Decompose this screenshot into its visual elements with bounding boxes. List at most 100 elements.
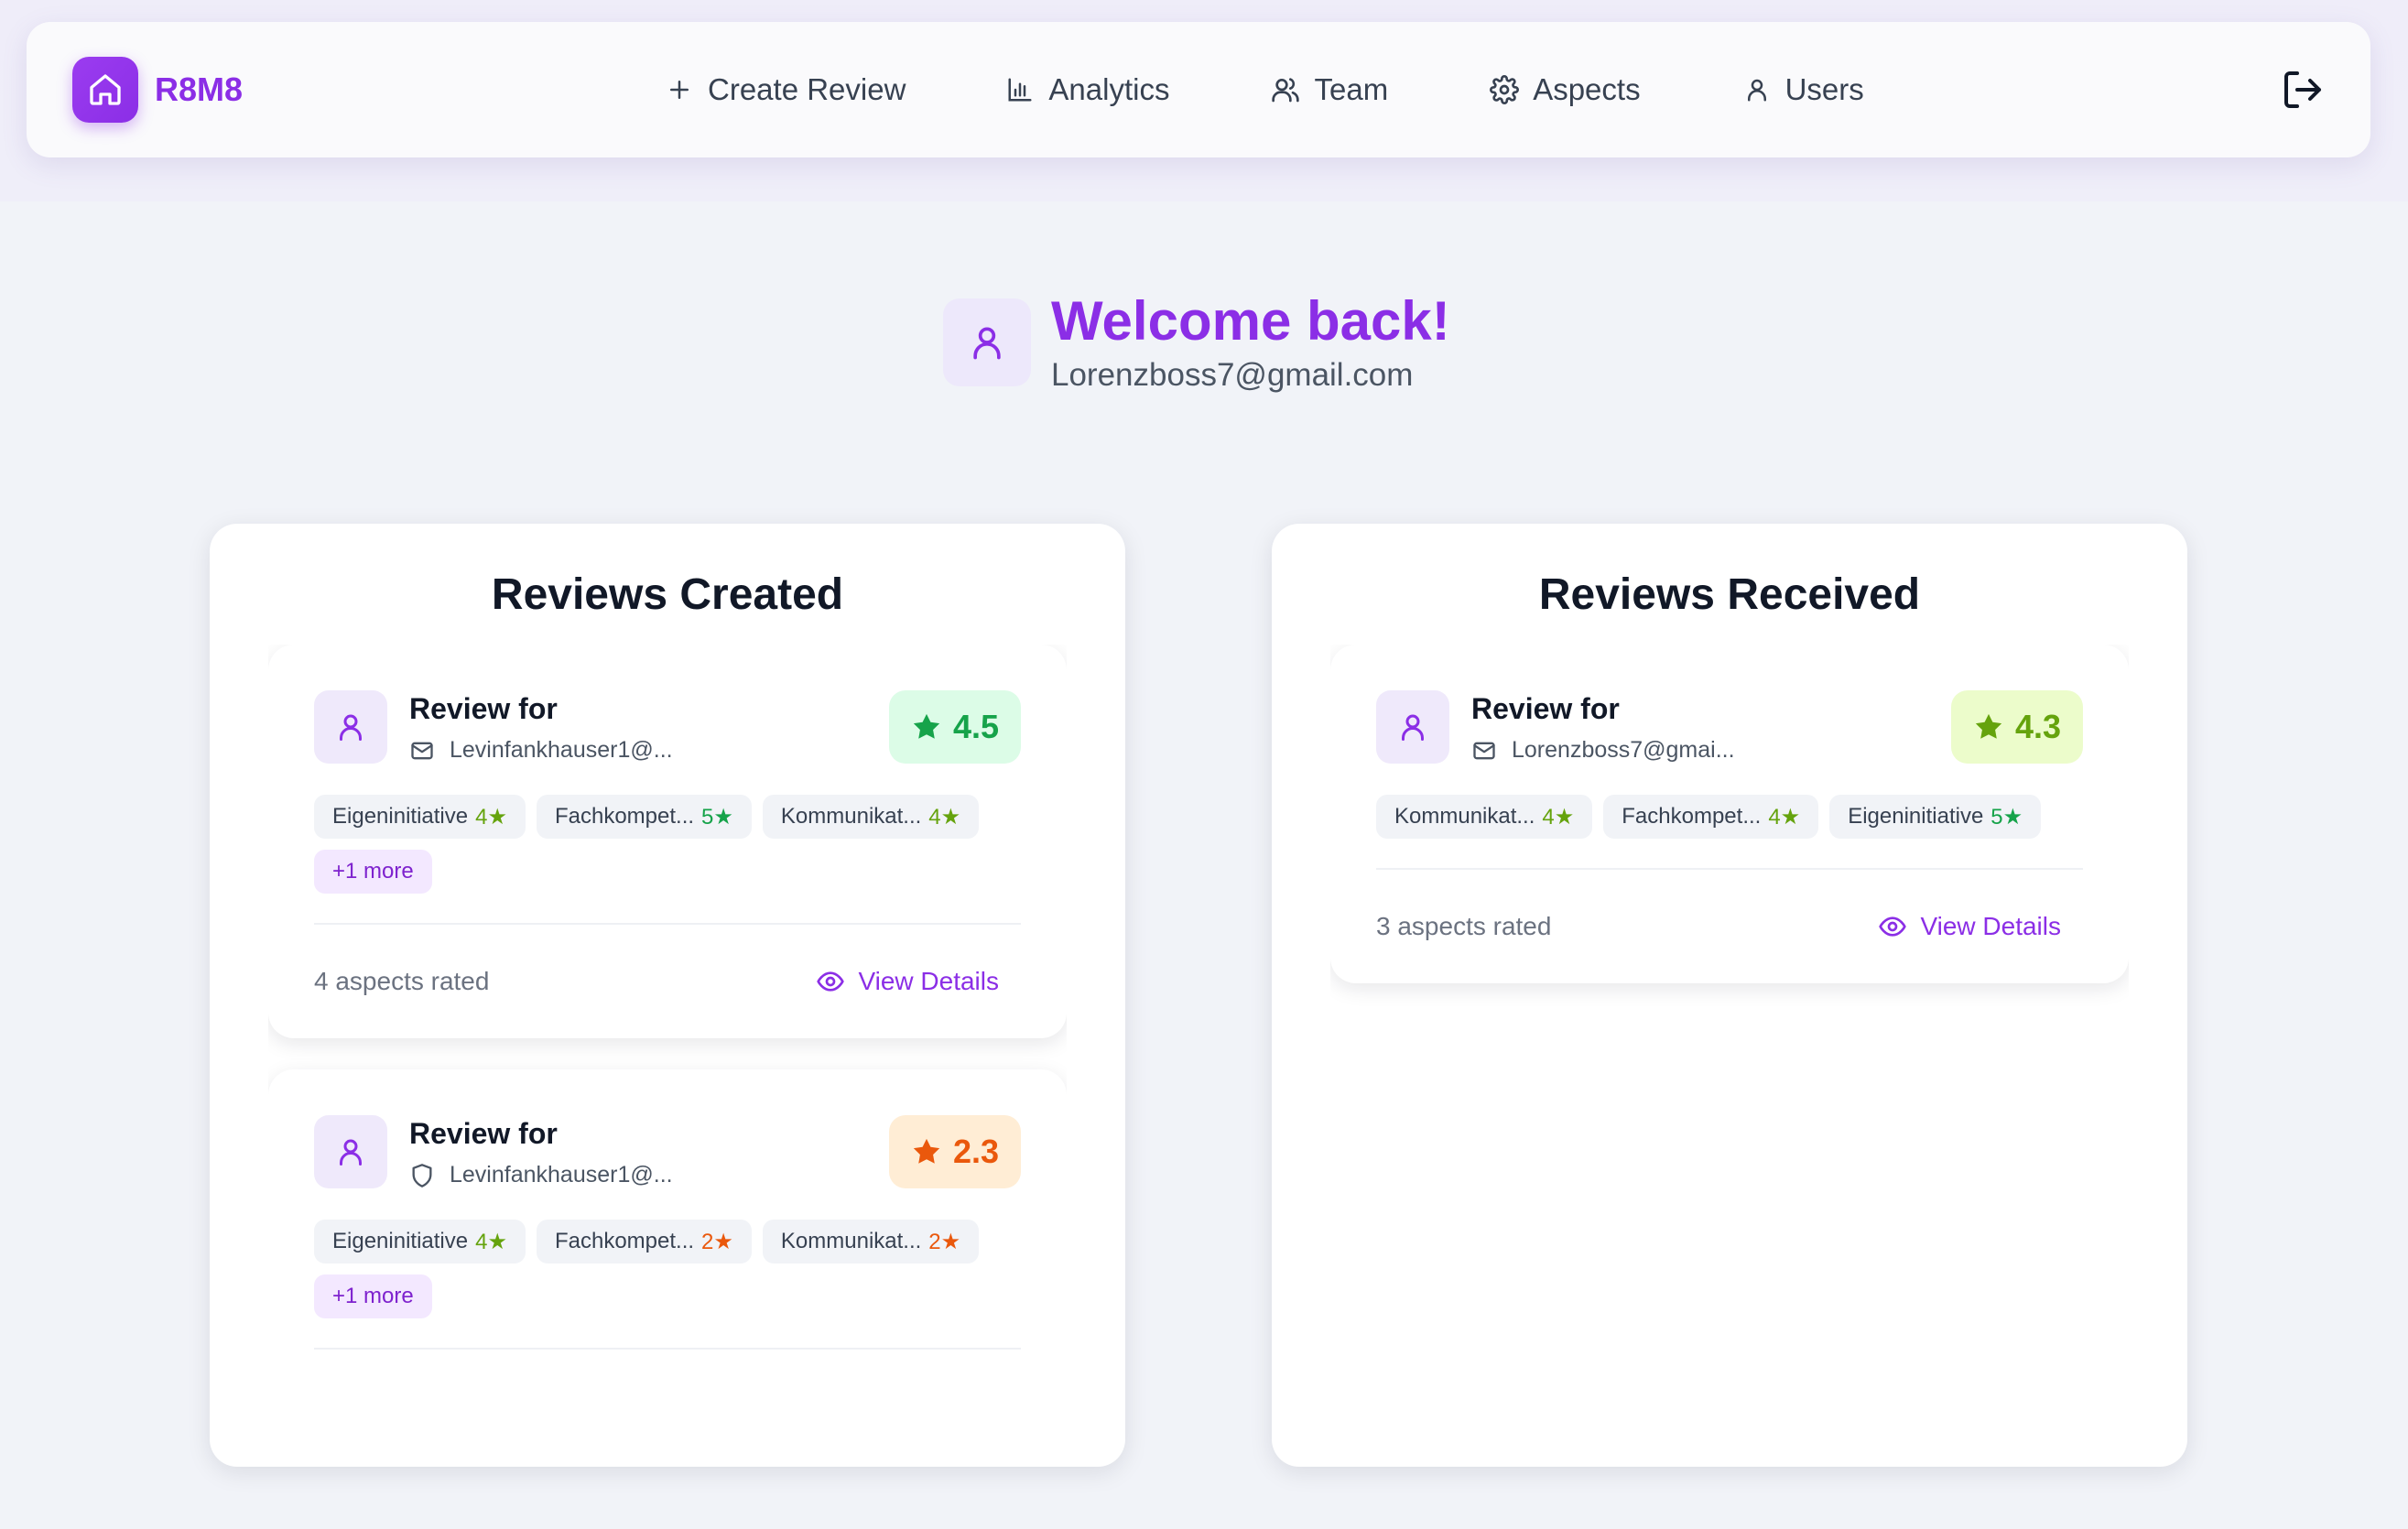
- review-info: Review for Lorenzboss7@gmai...: [1471, 690, 1951, 764]
- aspect-chip-value: 4★: [475, 1229, 507, 1254]
- rating-value: 2.3: [952, 1133, 999, 1170]
- aspect-chip-label: Fachkompet...: [554, 1229, 695, 1253]
- review-card-footer: [314, 1350, 1021, 1425]
- view-details-label: View Details: [1920, 912, 2061, 940]
- aspect-chip-value: 2★: [928, 1229, 961, 1254]
- review-subject: Lorenzboss7@gmai...: [1471, 737, 1951, 764]
- rating-badge: 4.5: [888, 690, 1021, 764]
- panel-title: Reviews Created: [491, 570, 844, 619]
- logout-icon[interactable]: [2281, 68, 2325, 112]
- mail-icon: [1471, 738, 1497, 764]
- aspect-chip-label: Kommunikat...: [1394, 804, 1535, 829]
- brand-name[interactable]: R8M8: [155, 70, 243, 109]
- aspect-chip: Fachkompet... 5★: [536, 795, 752, 839]
- rating-value: 4.3: [2014, 708, 2061, 745]
- aspect-chips: Eigeninitiative 4★ Fachkompet... 2★ Komm…: [314, 1220, 1028, 1329]
- star-icon: [1973, 711, 2004, 743]
- user-avatar-icon: [314, 690, 387, 764]
- reviews-created-list[interactable]: Review for Levinfankhauser1@... 4.5 Eige…: [268, 645, 1067, 1425]
- aspect-chip: Fachkompet... 4★: [1603, 795, 1819, 839]
- nav-team[interactable]: Team: [1270, 66, 1388, 114]
- nav-create-review[interactable]: Create Review: [664, 66, 906, 114]
- nav-menu: Create Review Analytics Team Aspects Use…: [664, 66, 1864, 114]
- nav-users[interactable]: Users: [1741, 66, 1864, 114]
- user-avatar-icon: [314, 1115, 387, 1188]
- bar-chart-icon: [1004, 74, 1036, 105]
- eye-icon: [1878, 912, 1907, 941]
- aspect-chip-value: 4★: [928, 804, 961, 830]
- review-card[interactable]: Review for Levinfankhauser1@... 4.5 Eige…: [268, 645, 1067, 1038]
- reviews-created-panel: Reviews Created Review for Levinfankhaus…: [210, 524, 1125, 1467]
- top-navbar: R8M8 Create Review Analytics Team Aspect…: [27, 22, 2370, 157]
- aspect-chip: Eigeninitiative 4★: [314, 1220, 526, 1263]
- aspect-chip-label: Eigeninitiative: [1848, 804, 1984, 829]
- aspect-chip-label: Kommunikat...: [780, 1229, 922, 1253]
- star-icon: [911, 711, 942, 743]
- review-info: Review for Levinfankhauser1@...: [409, 1115, 889, 1188]
- aspect-chip-label: Kommunikat...: [780, 804, 922, 829]
- gear-icon: [1489, 74, 1520, 105]
- aspect-chip-value: 5★: [701, 804, 733, 830]
- welcome-email: Lorenzboss7@gmail.com: [1051, 357, 1414, 393]
- aspect-chip: Kommunikat... 4★: [762, 795, 980, 839]
- user-icon: [1741, 74, 1773, 105]
- aspect-chip: Eigeninitiative 5★: [1829, 795, 2042, 839]
- aspect-chips: Kommunikat... 4★ Fachkompet... 4★ Eigeni…: [1376, 795, 2090, 850]
- aspect-chip-value: 2★: [701, 1229, 733, 1254]
- aspects-rated-count: 4 aspects rated: [314, 967, 490, 995]
- more-aspects-chip[interactable]: +1 more: [314, 850, 432, 894]
- view-details-label: View Details: [858, 967, 999, 995]
- star-icon: [911, 1136, 942, 1167]
- review-card-footer: 3 aspects rated View Details: [1376, 870, 2083, 983]
- shield-icon: [409, 1163, 435, 1188]
- review-card-header: Review for Lorenzboss7@gmai... 4.3: [1376, 690, 2083, 765]
- nav-aspects-label: Aspects: [1533, 72, 1641, 106]
- aspect-chip: Kommunikat... 2★: [762, 1220, 980, 1263]
- aspect-chip-label: Fachkompet...: [554, 804, 695, 829]
- review-title: Review for: [409, 692, 558, 725]
- welcome-title: Welcome back!: [1051, 290, 1450, 352]
- review-subject-email: Lorenzboss7@gmai...: [1512, 737, 1735, 763]
- aspect-chip: Eigeninitiative 4★: [314, 795, 526, 839]
- reviews-received-panel: Reviews Received Review for Lorenzboss7@…: [1272, 524, 2187, 1467]
- review-subject-email: Levinfankhauser1@...: [450, 737, 673, 763]
- aspect-chip-value: 4★: [475, 804, 507, 830]
- brand[interactable]: R8M8: [72, 57, 243, 123]
- nav-users-label: Users: [1784, 72, 1864, 106]
- mail-icon: [409, 738, 435, 764]
- aspects-rated-count: 3 aspects rated: [1376, 912, 1552, 940]
- rating-value: 4.5: [952, 708, 999, 745]
- home-icon[interactable]: [72, 57, 138, 123]
- users-icon: [1270, 74, 1301, 105]
- nav-analytics-label: Analytics: [1048, 72, 1170, 106]
- aspect-chips: Eigeninitiative 4★ Fachkompet... 5★ Komm…: [314, 795, 1028, 905]
- review-card[interactable]: Review for Levinfankhauser1@... 2.3 Eige…: [268, 1069, 1067, 1425]
- reviews-received-list[interactable]: Review for Lorenzboss7@gmai... 4.3 Kommu…: [1330, 645, 2129, 1425]
- eye-icon: [816, 967, 845, 996]
- aspect-chip-label: Eigeninitiative: [332, 804, 469, 829]
- review-title: Review for: [409, 1117, 558, 1150]
- aspect-chip-value: 5★: [1990, 804, 2023, 830]
- view-details-button[interactable]: View Details: [1878, 912, 2061, 941]
- nav-aspects[interactable]: Aspects: [1489, 66, 1641, 114]
- plus-icon: [664, 74, 695, 105]
- view-details-button[interactable]: View Details: [816, 967, 999, 996]
- nav-create-review-label: Create Review: [708, 72, 906, 106]
- review-info: Review for Levinfankhauser1@...: [409, 690, 889, 764]
- welcome-text: Welcome back! Lorenzboss7@gmail.com: [1051, 291, 1450, 394]
- aspect-chip: Fachkompet... 2★: [536, 1220, 752, 1263]
- panel-title: Reviews Received: [1538, 570, 1921, 619]
- aspect-chip-label: Fachkompet...: [1622, 804, 1762, 829]
- aspect-chip-value: 4★: [1542, 804, 1575, 830]
- more-aspects-chip[interactable]: +1 more: [314, 1274, 432, 1318]
- review-card-header: Review for Levinfankhauser1@... 4.5: [314, 690, 1021, 765]
- review-subject: Levinfankhauser1@...: [409, 737, 889, 764]
- rating-badge: 2.3: [888, 1115, 1021, 1188]
- review-card[interactable]: Review for Lorenzboss7@gmai... 4.3 Kommu…: [1330, 645, 2129, 983]
- nav-team-label: Team: [1314, 72, 1389, 106]
- aspect-chip-value: 4★: [1768, 804, 1801, 830]
- nav-analytics[interactable]: Analytics: [1004, 66, 1169, 114]
- review-card-header: Review for Levinfankhauser1@... 2.3: [314, 1115, 1021, 1190]
- aspect-chip-label: Eigeninitiative: [332, 1229, 469, 1253]
- review-subject: Levinfankhauser1@...: [409, 1162, 889, 1188]
